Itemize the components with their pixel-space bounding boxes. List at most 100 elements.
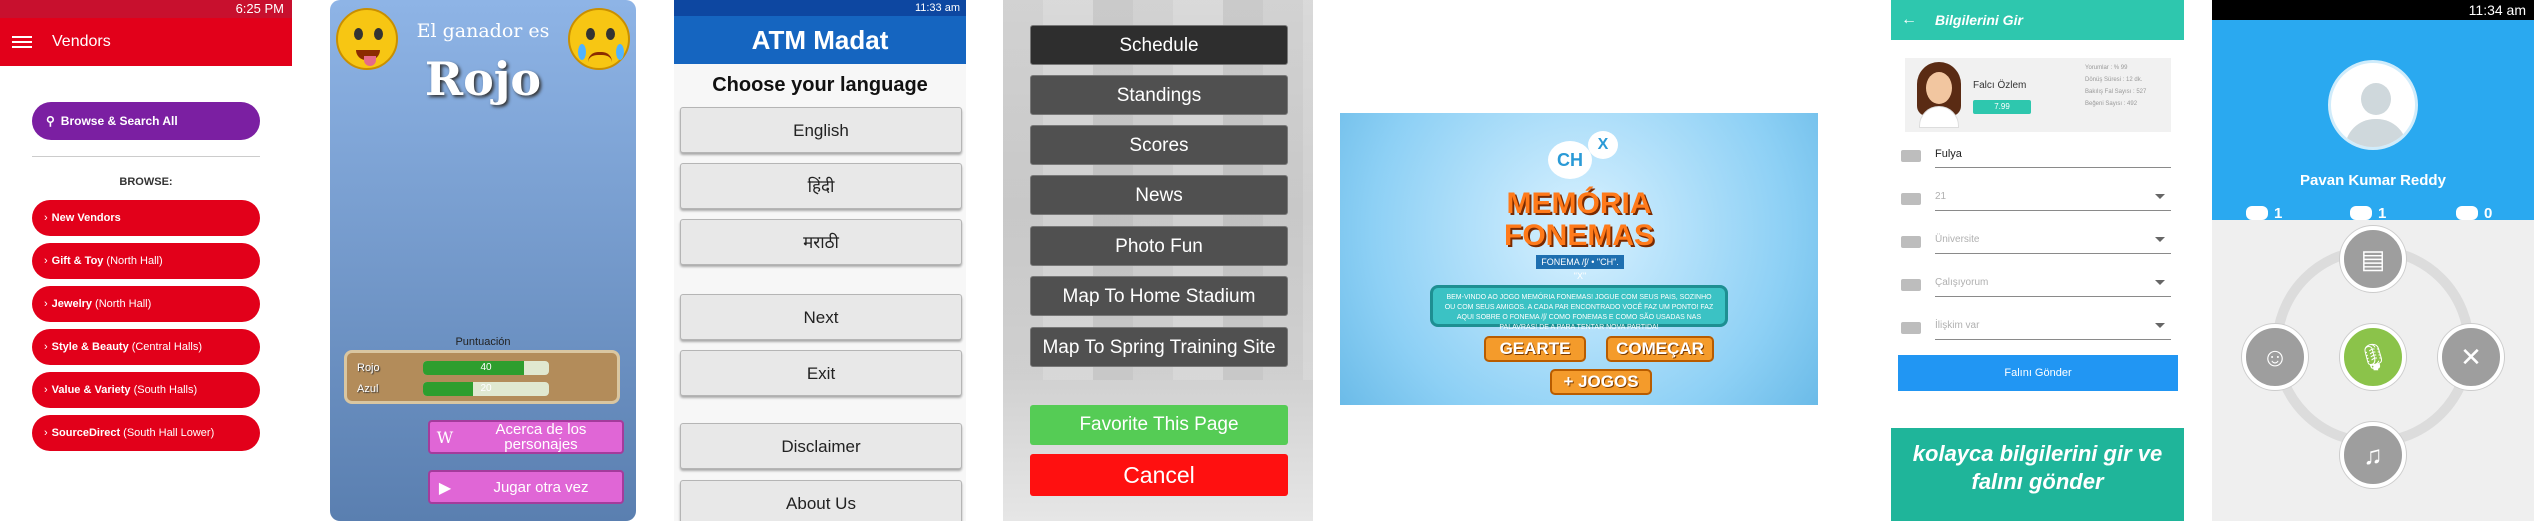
- map-spring-training-button[interactable]: Map To Spring Training Site: [1030, 327, 1288, 367]
- headphones-button[interactable]: ♫: [2340, 422, 2406, 488]
- id-card-button[interactable]: ▤: [2340, 226, 2406, 292]
- next-button[interactable]: Next: [680, 294, 962, 340]
- profile-screen: 11:34 am Pavan Kumar Reddy 1 1 0 ▤ ☺ 🎙 ✕…: [2212, 0, 2534, 521]
- vendor-item-label: Gift & Toy: [51, 255, 104, 267]
- map-home-stadium-button[interactable]: Map To Home Stadium: [1030, 276, 1288, 316]
- status-bar: 11:34 am: [2212, 0, 2534, 20]
- winner-screen: El ganador es Rojo Puntuación Rojo 40 Az…: [330, 0, 636, 521]
- schedule-button[interactable]: Schedule: [1030, 25, 1288, 65]
- wikipedia-icon: W: [436, 427, 454, 447]
- game-canvas: CH X MEMÓRIA FONEMAS FONEMA /ʃ/ • "CH". …: [1340, 113, 1818, 405]
- logo-subtitle: FONEMA /ʃ/ • "CH". "X": [1536, 255, 1624, 281]
- vendor-item-style-beauty[interactable]: › Style & Beauty (Central Halls): [32, 329, 260, 365]
- play-again-button[interactable]: ▶ Jugar otra vez: [428, 470, 624, 504]
- chevron-right-icon: ›: [44, 384, 48, 396]
- stat-listeners[interactable]: 1: [2246, 202, 2282, 224]
- photo-fun-button[interactable]: Photo Fun: [1030, 226, 1288, 266]
- vendor-item-label: Jewelry: [51, 298, 93, 310]
- stat-response-time: Dönüş Süresi : 12 dk.: [2085, 77, 2143, 83]
- stat-locked[interactable]: 1: [2350, 202, 2386, 224]
- team-menu-screen: Schedule Standings Scores News Photo Fun…: [1003, 0, 1313, 521]
- chevron-down-icon: [2155, 323, 2165, 328]
- age-text: 21: [1935, 191, 1947, 202]
- send-fortune-button[interactable]: Falını Gönder: [1898, 355, 2178, 391]
- fortune-teller-card[interactable]: Falcı Özlem 7.99 Yorumlar : % 99 Dönüş S…: [1905, 58, 2171, 132]
- about-characters-label: Acerca de los personajes: [495, 421, 587, 453]
- language-hindi-button[interactable]: हिंदी: [680, 163, 962, 209]
- team-name: Rojo: [357, 361, 380, 374]
- language-marathi-button[interactable]: मराठी: [680, 219, 962, 265]
- gearte-button[interactable]: GEARTE: [1484, 336, 1586, 362]
- winner-heading: El ganador es: [416, 20, 550, 42]
- settings-button[interactable]: ✕: [2438, 324, 2504, 390]
- score-value: 40: [480, 361, 492, 373]
- vendor-item-jewelry[interactable]: › Jewelry (North Hall): [32, 286, 260, 322]
- status-time: 11:34 am: [2468, 2, 2526, 18]
- education-select[interactable]: Üniversite: [1901, 226, 2171, 254]
- education-value: Üniversite: [1935, 226, 2171, 254]
- logo-bubble-ch: CH: [1548, 141, 1592, 179]
- vendor-item-label: Style & Beauty: [51, 341, 129, 353]
- microphone-button[interactable]: 🎙: [2340, 324, 2406, 390]
- atm-madat-screen: 11:33 am ATM Madat Choose your language …: [674, 0, 966, 521]
- lock-icon: [2350, 206, 2372, 220]
- exit-button[interactable]: Exit: [680, 350, 962, 396]
- vendor-item-label: New Vendors: [51, 212, 121, 224]
- monkey-icon: ☺: [2261, 341, 2289, 372]
- favorite-button[interactable]: Favorite This Page: [1030, 405, 1288, 445]
- chevron-down-icon: [2155, 237, 2165, 242]
- stat-value: 0: [2484, 204, 2493, 222]
- chevron-right-icon: ›: [44, 427, 48, 439]
- disclaimer-button[interactable]: Disclaimer: [680, 423, 962, 469]
- standings-button[interactable]: Standings: [1030, 75, 1288, 115]
- chevron-down-icon: [2155, 194, 2165, 199]
- fortune-teller-stats: Yorumlar : % 99 Dönüş Süresi : 12 dk. Ba…: [2085, 62, 2146, 110]
- search-icon: ⚲: [46, 114, 55, 128]
- logo-title-line1: MEMÓRIA: [1506, 187, 1652, 220]
- stat-friends[interactable]: 0: [2456, 202, 2492, 224]
- about-characters-button[interactable]: W Acerca de los personajes: [428, 420, 624, 454]
- news-button[interactable]: News: [1030, 175, 1288, 215]
- scores-button[interactable]: Scores: [1030, 125, 1288, 165]
- play-icon: ▶: [438, 477, 452, 497]
- browse-label: BROWSE:: [119, 176, 173, 188]
- age-value: 21: [1935, 183, 2171, 211]
- vendor-item-sourcedirect[interactable]: › SourceDirect (South Hall Lower): [32, 415, 260, 451]
- vendor-item-gift-toy[interactable]: › Gift & Toy (North Hall): [32, 243, 260, 279]
- comecar-button[interactable]: COMEÇAR: [1606, 336, 1714, 362]
- age-select[interactable]: 21: [1901, 183, 2171, 211]
- job-text: Çalışıyorum: [1935, 277, 1989, 288]
- vendor-item-new[interactable]: › New Vendors: [32, 200, 260, 236]
- vendors-screen: 6:25 PM Vendors ⚲ Browse & Search All BR…: [0, 0, 292, 521]
- microphone-icon: 🎙: [2356, 341, 2390, 372]
- app-bar: Vendors: [0, 18, 292, 66]
- hamburger-menu-icon[interactable]: [12, 36, 32, 48]
- back-arrow-icon[interactable]: ←: [1901, 11, 1917, 29]
- browse-search-label: Browse & Search All: [60, 114, 178, 128]
- avatar[interactable]: [2328, 60, 2418, 150]
- name-field[interactable]: Fulya: [1901, 140, 2171, 168]
- hearts-icon: [1901, 322, 1921, 334]
- vendor-item-value-variety[interactable]: › Value & Variety (South Halls): [32, 372, 260, 408]
- cancel-button[interactable]: Cancel: [1030, 454, 1288, 496]
- score-label: Puntuación: [455, 336, 511, 348]
- promo-banner: kolayca bilgilerini gir ve falını gönder: [1891, 428, 2184, 521]
- user-name: Pavan Kumar Reddy: [2300, 172, 2446, 189]
- relationship-select[interactable]: İlişkim var: [1901, 312, 2171, 340]
- status-bar: 6:25 PM: [0, 0, 292, 18]
- bilgi-screen: ← Bilgilerini Gir Falcı Özlem 7.99 Yorum…: [1891, 0, 2184, 521]
- monkey-button[interactable]: ☺: [2242, 324, 2308, 390]
- divider: [32, 156, 260, 157]
- language-english-button[interactable]: English: [680, 107, 962, 153]
- vendor-list: › New Vendors › Gift & Toy (North Hall) › Je…: [32, 200, 260, 458]
- job-select[interactable]: Çalışıyorum: [1901, 269, 2171, 297]
- stat-reviews: Yorumlar : % 99: [2085, 65, 2128, 71]
- winner-name: Rojo: [424, 52, 542, 106]
- name-value: Fulya: [1935, 140, 2171, 168]
- chevron-down-icon: [2155, 280, 2165, 285]
- browse-search-button[interactable]: ⚲ Browse & Search All: [32, 102, 260, 140]
- vendor-item-location: (South Halls): [133, 384, 198, 396]
- about-us-button[interactable]: About Us: [680, 480, 962, 521]
- more-games-button[interactable]: + JOGOS: [1550, 369, 1652, 395]
- page-title: Vendors: [52, 33, 111, 50]
